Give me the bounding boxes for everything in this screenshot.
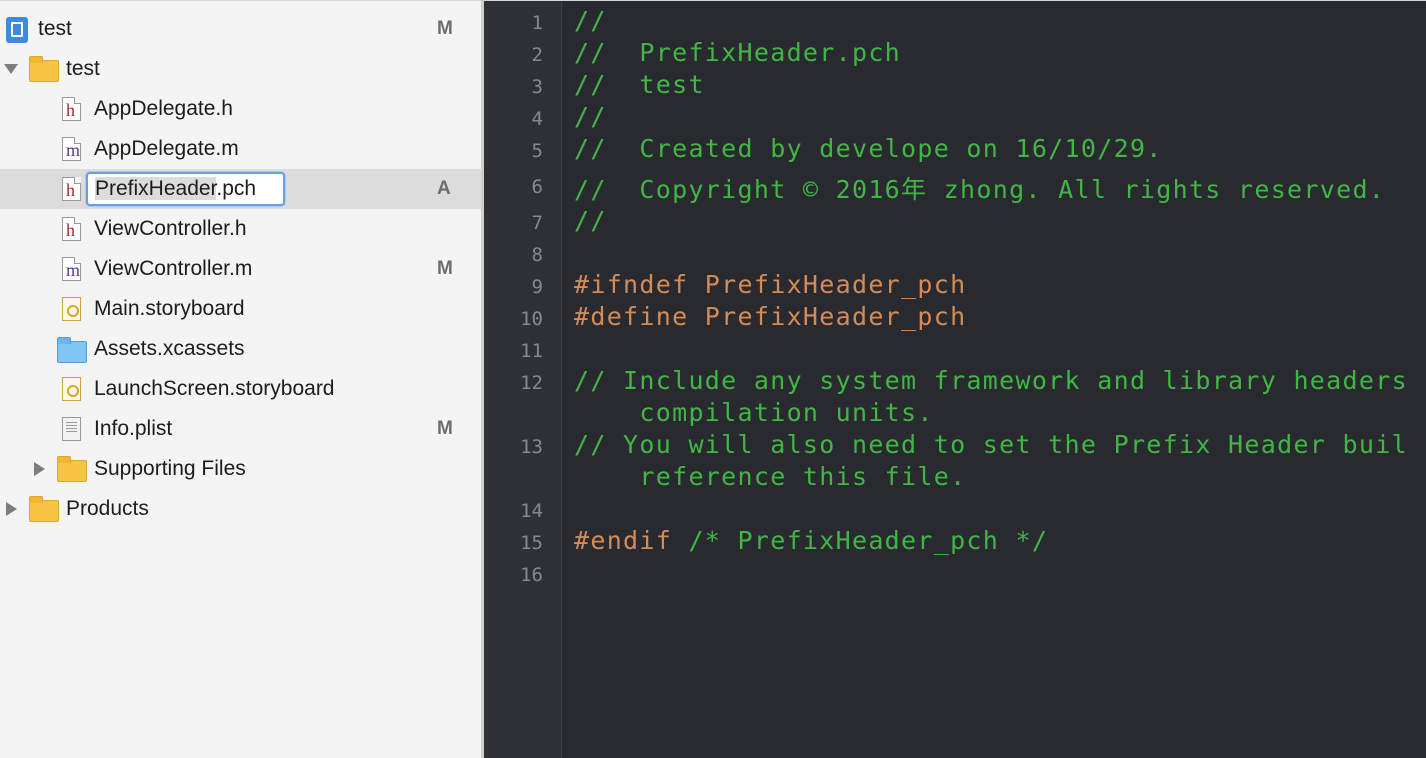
line-number-gutter: 1 2 3 4 5 6 7 8 9 10 11 12 13 14 15 16: [484, 1, 562, 758]
navigator-item-assets-xcassets[interactable]: Assets.xcassets: [0, 329, 481, 369]
asset-catalog-icon: [57, 337, 87, 363]
line-number: 4: [531, 108, 543, 130]
code-line-12: // Include any system framework and libr…: [574, 366, 1408, 395]
line-number: 13: [520, 436, 543, 458]
project-navigator: test M test h AppDelegate.h m AppDelegat…: [0, 0, 481, 758]
disclosure-triangle-expanded-icon[interactable]: [4, 64, 18, 74]
code-token-endif: #endif: [574, 526, 673, 555]
code-line-10: #define PrefixHeader_pch: [574, 302, 967, 331]
code-line-3: // test: [574, 70, 705, 99]
implementation-file-icon: m: [62, 257, 81, 281]
plist-icon: [62, 417, 81, 441]
navigator-item-label: AppDelegate.m: [94, 137, 239, 160]
line-number: 10: [520, 308, 543, 330]
line-number: 6: [531, 176, 543, 198]
line-number: 2: [531, 44, 543, 66]
code-line-12-wrap: compilation units.: [574, 398, 934, 427]
navigator-item-viewcontroller-h[interactable]: h ViewController.h: [0, 209, 481, 249]
code-line-1: //: [574, 6, 607, 35]
navigator-item-products[interactable]: Products: [0, 489, 481, 529]
header-file-icon: h: [62, 97, 81, 121]
navigator-item-label: Products: [66, 497, 149, 520]
storyboard-icon: [62, 297, 81, 321]
line-number: 9: [531, 276, 543, 298]
code-line-6: // Copyright © 2016年 zhong. All rights r…: [574, 175, 1386, 204]
navigator-item-label: test: [66, 57, 100, 80]
navigator-item-label: Assets.xcassets: [94, 337, 245, 360]
line-number: 15: [520, 532, 543, 554]
navigator-item-label: AppDelegate.h: [94, 97, 233, 120]
folder-icon: [29, 496, 59, 522]
disclosure-triangle-collapsed-icon[interactable]: [34, 462, 45, 476]
navigator-item-label: ViewController.h: [94, 217, 247, 240]
code-line-13: // You will also need to set the Prefix …: [574, 430, 1408, 459]
header-file-icon: h: [62, 177, 81, 201]
navigator-item-viewcontroller-m[interactable]: m ViewController.m M: [0, 249, 481, 289]
line-number: 16: [520, 564, 543, 586]
line-number: 3: [531, 76, 543, 98]
line-number: 5: [531, 140, 543, 162]
line-number: 14: [520, 500, 543, 522]
source-editor[interactable]: 1 2 3 4 5 6 7 8 9 10 11 12 13 14 15 16 /…: [484, 0, 1426, 758]
navigator-item-main-storyboard[interactable]: Main.storyboard: [0, 289, 481, 329]
status-badge: M: [437, 258, 453, 279]
implementation-file-icon: m: [62, 137, 81, 161]
header-file-icon: h: [62, 217, 81, 241]
navigator-item-appdelegate-h[interactable]: h AppDelegate.h: [0, 89, 481, 129]
status-badge: M: [437, 418, 453, 439]
storyboard-icon: [62, 377, 81, 401]
rename-extension-text: .pch: [216, 177, 257, 200]
navigator-item-test-group[interactable]: test: [0, 49, 481, 89]
code-line-4: //: [574, 102, 607, 131]
line-number: 11: [520, 340, 543, 362]
rename-field-text: PrefixHeader.pch: [95, 174, 256, 204]
code-line-7: //: [574, 206, 607, 235]
navigator-item-label: Info.plist: [94, 417, 173, 440]
navigator-item-launchscreen-storyboard[interactable]: LaunchScreen.storyboard: [0, 369, 481, 409]
code-line-9: #ifndef PrefixHeader_pch: [574, 270, 967, 299]
navigator-item-label: test: [38, 17, 72, 40]
navigator-item-project[interactable]: test M: [0, 9, 481, 49]
folder-icon: [29, 56, 59, 82]
disclosure-triangle-collapsed-icon[interactable]: [6, 502, 17, 516]
code-token-comment: /* PrefixHeader_pch */: [672, 526, 1049, 555]
navigator-item-appdelegate-m[interactable]: m AppDelegate.m: [0, 129, 481, 169]
code-line-13-wrap: reference this file.: [574, 462, 967, 491]
folder-icon: [57, 456, 87, 482]
line-number: 7: [531, 212, 543, 234]
navigator-item-label: Supporting Files: [94, 457, 246, 480]
rename-field[interactable]: PrefixHeader.pch: [86, 172, 285, 206]
rename-selected-text: PrefixHeader: [95, 177, 217, 200]
line-number: 8: [531, 244, 543, 266]
line-number: 12: [520, 372, 543, 394]
navigator-item-label: ViewController.m: [94, 257, 253, 280]
code-line-15: #endif /* PrefixHeader_pch */: [574, 526, 1048, 555]
code-line-2: // PrefixHeader.pch: [574, 38, 902, 67]
navigator-item-supporting-files[interactable]: Supporting Files: [0, 449, 481, 489]
status-badge: M: [437, 18, 453, 39]
status-badge: A: [437, 178, 451, 199]
navigator-item-label: Main.storyboard: [94, 297, 245, 320]
code-line-5: // Created by develope on 16/10/29.: [574, 134, 1163, 163]
project-icon: [6, 17, 28, 43]
line-number: 1: [531, 12, 543, 34]
navigator-item-prefixheader-pch[interactable]: h PrefixHeader.pch A: [0, 169, 481, 209]
navigator-item-info-plist[interactable]: Info.plist M: [0, 409, 481, 449]
navigator-item-label: LaunchScreen.storyboard: [94, 377, 335, 400]
